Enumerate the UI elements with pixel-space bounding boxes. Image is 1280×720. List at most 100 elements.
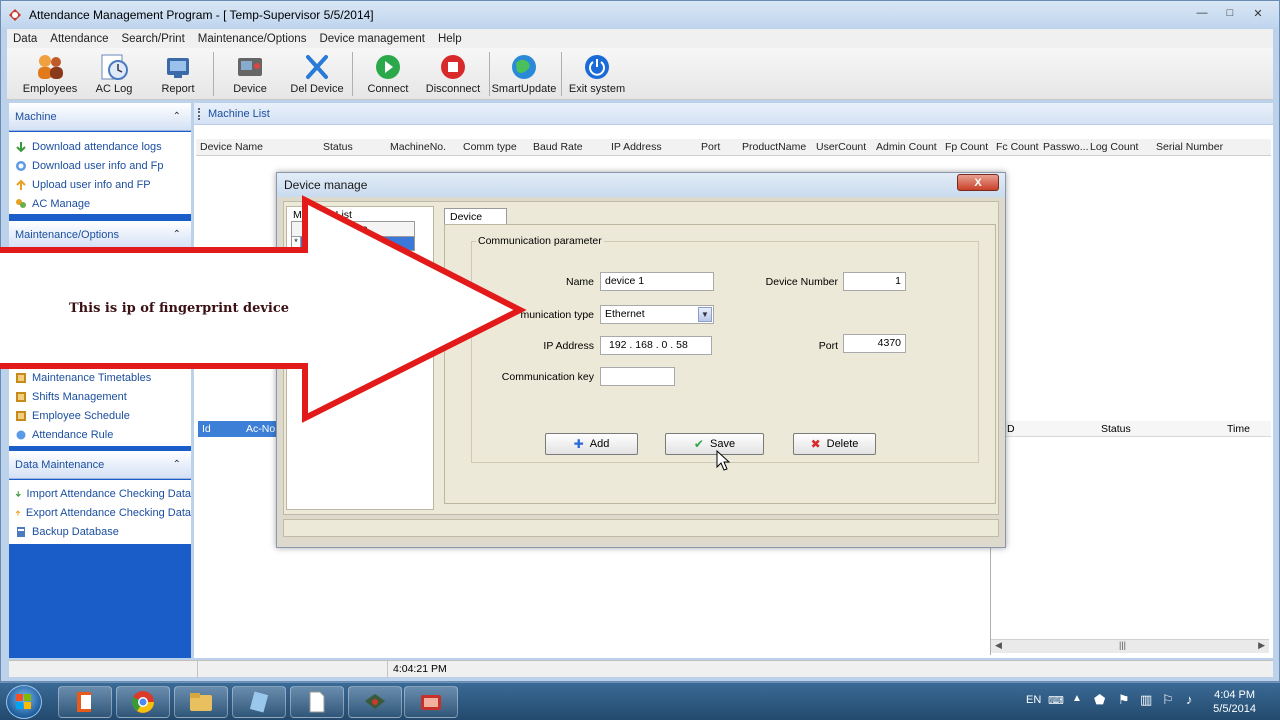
smartupdate-button[interactable]: SmartUpdate: [492, 50, 556, 98]
chevron-down-icon[interactable]: ▼: [698, 307, 712, 322]
exit-system-button[interactable]: Exit system: [567, 50, 627, 98]
collapse-icon[interactable]: ⌃: [173, 229, 181, 240]
minimize-button[interactable]: —: [1189, 4, 1215, 22]
ip-address-input[interactable]: 192 . 168 . 0 . 58: [600, 336, 712, 355]
disconnect-button[interactable]: Disconnect: [423, 50, 483, 98]
export-attendance-data-link[interactable]: Export Attendance Checking Data: [9, 503, 191, 522]
shield-icon[interactable]: ⬟: [1094, 692, 1105, 708]
taskbar-chrome-icon[interactable]: [116, 686, 170, 718]
network-icon[interactable]: ▥: [1140, 692, 1152, 708]
menu-data[interactable]: Data: [13, 33, 37, 45]
backup-database-link[interactable]: Backup Database: [9, 522, 191, 541]
machine-list-header: Machine List: [194, 103, 1273, 125]
delete-x-icon: [306, 55, 328, 79]
menu-help[interactable]: Help: [438, 33, 462, 45]
device-button[interactable]: Device: [225, 50, 275, 98]
taskbar-office-icon[interactable]: [58, 686, 112, 718]
notification-icon[interactable]: ⚑: [1118, 692, 1130, 708]
section-header-data-maintenance[interactable]: Data Maintenance ⌃: [9, 451, 191, 479]
col-password[interactable]: Passwo...: [1043, 141, 1089, 153]
col-serial-number[interactable]: Serial Number: [1156, 141, 1223, 153]
col-status[interactable]: Status: [323, 141, 353, 153]
download-user-info-link[interactable]: Download user info and Fp: [9, 156, 191, 175]
language-indicator[interactable]: EN: [1026, 694, 1041, 706]
col-machine-no[interactable]: MachineNo.: [390, 141, 446, 153]
menu-device-management[interactable]: Device management: [319, 33, 424, 45]
col-log-status[interactable]: Status: [1101, 423, 1131, 435]
col-product-name[interactable]: ProductName: [742, 141, 806, 153]
dialog-close-button[interactable]: X: [957, 174, 999, 191]
section-header-maintenance[interactable]: Maintenance/Options ⌃: [9, 221, 191, 249]
shifts-management-link[interactable]: Shifts Management: [9, 387, 191, 406]
col-device-name[interactable]: Device Name: [200, 141, 263, 153]
ip-address-label: IP Address: [543, 340, 594, 352]
col-ac-no[interactable]: Ac-No: [246, 423, 275, 435]
report-button[interactable]: Report: [153, 50, 203, 98]
connect-button[interactable]: Connect: [363, 50, 413, 98]
tab-device-edit[interactable]: Device Edit: [444, 208, 507, 235]
report-icon: [167, 58, 189, 78]
import-attendance-data-link[interactable]: Import Attendance Checking Data: [9, 484, 191, 503]
start-button[interactable]: [6, 685, 42, 719]
download-attendance-logs-link[interactable]: Download attendance logs: [9, 137, 191, 156]
delete-button[interactable]: ✖ Delete: [793, 433, 876, 455]
col-fp-count[interactable]: Fp Count: [945, 141, 988, 153]
col-admin-count[interactable]: Admin Count: [876, 141, 937, 153]
status-bar: 4:04:21 PM: [9, 660, 1273, 678]
windows-logo-icon: [16, 694, 31, 709]
communication-type-select[interactable]: Ethernet ▼: [600, 305, 714, 324]
employee-schedule-link[interactable]: Employee Schedule: [9, 406, 191, 425]
save-button[interactable]: ✔ Save: [665, 433, 764, 455]
toolbar-separator: [561, 52, 562, 96]
collapse-icon[interactable]: ⌃: [173, 459, 181, 470]
name-input[interactable]: device 1: [600, 272, 714, 291]
col-fc-count[interactable]: Fc Count: [996, 141, 1039, 153]
dialog-machine-row-selected[interactable]: *: [291, 236, 415, 251]
scroll-right-icon[interactable]: ▶: [1258, 640, 1265, 651]
collapse-icon[interactable]: ⌃: [173, 111, 181, 122]
maintenance-timetables-link[interactable]: Maintenance Timetables: [9, 368, 191, 387]
keyboard-icon[interactable]: ⌨: [1048, 694, 1064, 707]
col-comm-type[interactable]: Comm type: [463, 141, 517, 153]
scroll-thumb[interactable]: |||: [1119, 640, 1126, 650]
ac-log-button[interactable]: AC Log: [89, 50, 139, 98]
col-log-count[interactable]: Log Count: [1090, 141, 1138, 153]
port-input[interactable]: 4370: [843, 334, 906, 353]
arrow-down-icon: [16, 141, 26, 152]
taskbar-explorer-icon[interactable]: [174, 686, 228, 718]
col-time[interactable]: Time: [1227, 423, 1250, 435]
taskbar-document-icon[interactable]: [290, 686, 344, 718]
col-baud-rate[interactable]: Baud Rate: [533, 141, 583, 153]
horizontal-scrollbar[interactable]: ◀ ||| ▶: [991, 639, 1269, 653]
speaker-icon[interactable]: ♪: [1186, 692, 1193, 707]
employees-button[interactable]: Employees: [21, 50, 79, 98]
menu-search-print[interactable]: Search/Print: [121, 33, 184, 45]
flag-icon[interactable]: ⚐: [1162, 692, 1174, 708]
maximize-button[interactable]: □: [1217, 4, 1243, 22]
del-device-button[interactable]: Del Device: [287, 50, 347, 98]
upload-user-info-link[interactable]: Upload user info and FP: [9, 175, 191, 194]
col-user-count[interactable]: UserCount: [816, 141, 866, 153]
x-icon: ✖: [810, 437, 821, 451]
app-icon: [9, 8, 21, 21]
add-button[interactable]: ✚ Add: [545, 433, 638, 455]
scroll-left-icon[interactable]: ◀: [995, 640, 1002, 651]
attendance-rule-link[interactable]: Attendance Rule: [9, 425, 191, 444]
taskbar-app-icon[interactable]: [232, 686, 286, 718]
ac-manage-link[interactable]: AC Manage: [9, 194, 191, 213]
col-id[interactable]: Id: [202, 423, 211, 435]
taskbar-attendance-icon[interactable]: [404, 686, 458, 718]
col-d[interactable]: D: [1007, 423, 1015, 435]
show-hidden-icons-icon[interactable]: ▲: [1072, 693, 1082, 704]
section-header-machine[interactable]: Machine ⌃: [9, 103, 191, 131]
col-port[interactable]: Port: [701, 141, 720, 153]
device-number-input[interactable]: 1: [843, 272, 906, 291]
taskbar-device-app-icon[interactable]: [348, 686, 402, 718]
col-ip-address[interactable]: IP Address: [611, 141, 662, 153]
communication-key-input[interactable]: [600, 367, 675, 386]
port-label: Port: [818, 340, 838, 352]
menu-attendance[interactable]: Attendance: [50, 33, 108, 45]
menu-maintenance-options[interactable]: Maintenance/Options: [198, 33, 307, 45]
clock[interactable]: 4:04 PM 5/5/2014: [1213, 688, 1256, 716]
close-button[interactable]: ✕: [1245, 4, 1271, 22]
